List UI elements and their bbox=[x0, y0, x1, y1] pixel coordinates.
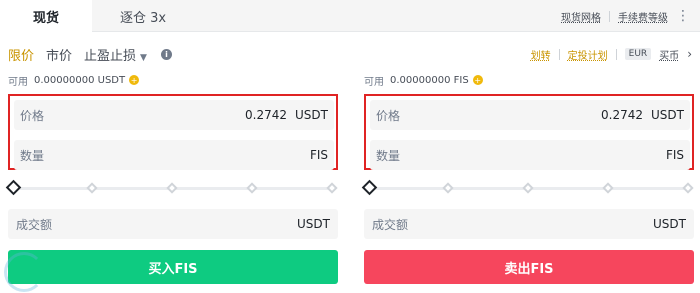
order-type-tp-sl[interactable]: 止盈止损 ▼ bbox=[84, 45, 147, 64]
slider-step-50[interactable] bbox=[522, 182, 534, 194]
more-vertical-icon[interactable]: ⋮ bbox=[676, 9, 690, 23]
quantity-placeholder: 数量 bbox=[376, 148, 401, 163]
order-tools: 划转 定投计划 EUR 买币 › bbox=[531, 44, 692, 64]
buy-quantity-input[interactable]: 数量 FIS bbox=[14, 140, 334, 170]
buy-panel: 可用 0.00000000 USDT + 价格 0.2742 USDT 数量 F… bbox=[5, 72, 338, 284]
tab-spot[interactable]: 现货 bbox=[0, 0, 92, 33]
price-unit: USDT bbox=[295, 108, 328, 122]
quantity-unit: FIS bbox=[665, 148, 684, 162]
info-icon[interactable]: i bbox=[160, 48, 172, 60]
top-links: 现货网格 手续费等级 ⋮ bbox=[561, 0, 690, 32]
sell-button[interactable]: 卖出FIS bbox=[364, 250, 694, 284]
available-label: 可用 bbox=[364, 76, 384, 88]
order-type-market[interactable]: 市价 bbox=[46, 45, 72, 64]
sell-total-input[interactable]: 成交额 USDT bbox=[364, 209, 694, 239]
buy-price-input[interactable]: 价格 0.2742 USDT bbox=[14, 100, 334, 130]
slider-step-75[interactable] bbox=[602, 182, 614, 194]
price-placeholder: 价格 bbox=[20, 108, 45, 123]
buy-button[interactable]: 买入FIS bbox=[8, 250, 338, 284]
available-balance: 0.00000000 USDT bbox=[34, 74, 126, 86]
auto-invest-link[interactable]: 定投计划 bbox=[568, 47, 608, 62]
quantity-placeholder: 数量 bbox=[20, 148, 45, 163]
total-placeholder: 成交额 bbox=[16, 217, 53, 232]
tp-sl-label: 止盈止损 bbox=[84, 48, 137, 64]
divider bbox=[609, 10, 610, 22]
highlight-box: 价格 0.2742 USDT 数量 FIS bbox=[364, 94, 694, 170]
currency-badge: EUR bbox=[624, 48, 652, 60]
highlight-box: 价格 0.2742 USDT 数量 FIS bbox=[8, 94, 338, 170]
order-type-limit[interactable]: 限价 bbox=[8, 45, 34, 64]
available-balance: 0.00000000 FIS bbox=[390, 74, 469, 86]
sell-quantity-input[interactable]: 数量 FIS bbox=[370, 140, 690, 170]
divider bbox=[615, 48, 617, 60]
buy-percent-slider[interactable] bbox=[5, 179, 338, 196]
tab-isolated-margin[interactable]: 逐仓 3x bbox=[120, 0, 166, 32]
quantity-unit: FIS bbox=[309, 148, 328, 162]
buy-crypto-link[interactable]: 买币 bbox=[659, 47, 679, 62]
sell-percent-slider[interactable] bbox=[361, 179, 694, 196]
chevron-down-icon: ▼ bbox=[140, 52, 147, 63]
slider-step-50[interactable] bbox=[166, 182, 178, 194]
deposit-plus-icon[interactable]: + bbox=[472, 75, 483, 85]
buy-available: 可用 0.00000000 USDT + bbox=[8, 72, 338, 88]
slider-step-25[interactable] bbox=[86, 182, 98, 194]
sell-price-input[interactable]: 价格 0.2742 USDT bbox=[370, 100, 690, 130]
available-label: 可用 bbox=[8, 76, 28, 88]
slider-step-100[interactable] bbox=[682, 182, 694, 194]
slider-handle[interactable] bbox=[5, 179, 22, 196]
watermark-logo bbox=[4, 252, 44, 292]
slider-handle[interactable] bbox=[361, 179, 378, 196]
total-placeholder: 成交额 bbox=[372, 217, 409, 232]
sell-available: 可用 0.00000000 FIS + bbox=[364, 72, 694, 88]
sell-panel: 可用 0.00000000 FIS + 价格 0.2742 USDT 数量 FI… bbox=[361, 72, 694, 284]
price-unit: USDT bbox=[651, 108, 684, 122]
slider-step-100[interactable] bbox=[326, 182, 338, 194]
total-unit: USDT bbox=[297, 217, 330, 231]
order-type-selector: 限价 市价 止盈止损 ▼ i bbox=[8, 44, 172, 64]
buy-total-input[interactable]: 成交额 USDT bbox=[8, 209, 338, 239]
fee-level-link[interactable]: 手续费等级 bbox=[618, 9, 668, 24]
trade-tab-bar: 现货 逐仓 3x 现货网格 手续费等级 ⋮ bbox=[0, 0, 700, 33]
price-value: 0.2742 bbox=[245, 108, 288, 122]
transfer-link[interactable]: 划转 bbox=[531, 47, 551, 62]
total-unit: USDT bbox=[653, 217, 686, 231]
divider bbox=[558, 48, 560, 60]
spot-grid-link[interactable]: 现货网格 bbox=[561, 9, 601, 24]
chevron-right-icon[interactable]: › bbox=[687, 47, 692, 61]
slider-step-25[interactable] bbox=[442, 182, 454, 194]
slider-step-75[interactable] bbox=[246, 182, 258, 194]
price-placeholder: 价格 bbox=[376, 108, 401, 123]
price-value: 0.2742 bbox=[601, 108, 644, 122]
deposit-plus-icon[interactable]: + bbox=[129, 75, 140, 85]
